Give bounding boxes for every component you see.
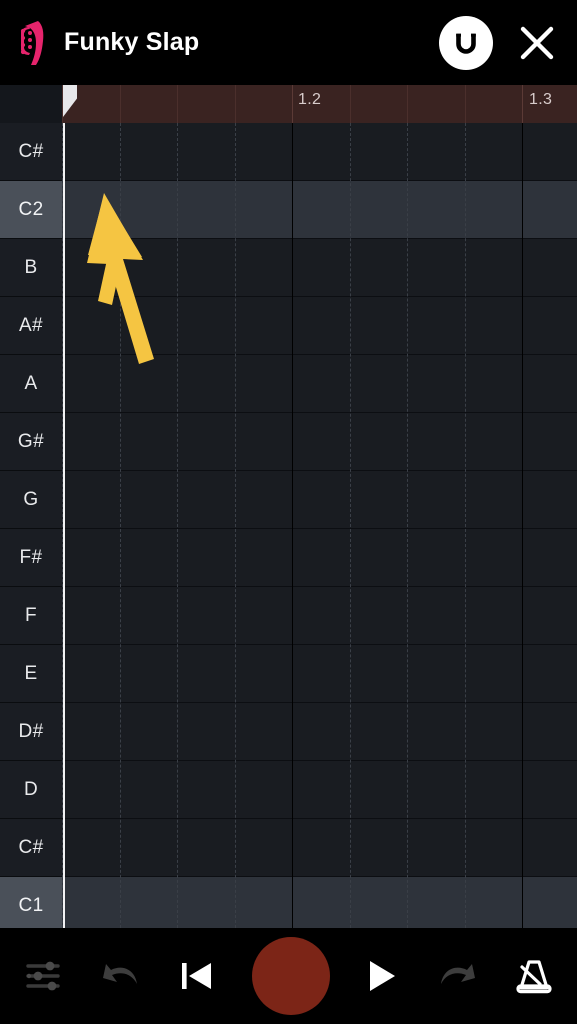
key-labels-column[interactable]: C# C2 B A# A G# G F# F E D# D C# C1 [0, 123, 62, 928]
key-label: D [23, 778, 39, 800]
key-row-Dsharp[interactable]: D# [0, 703, 62, 761]
key-row-D[interactable]: D [0, 761, 62, 819]
key-row-Csharp[interactable]: C# [0, 819, 62, 877]
key-row-G[interactable]: G [0, 471, 62, 529]
key-row-Gsharp[interactable]: G# [0, 413, 62, 471]
ruler-subdivision-line [62, 85, 63, 123]
ruler-mark-label: 1.2 [298, 91, 322, 108]
key-row-E[interactable]: E [0, 645, 62, 703]
note-lane-D[interactable] [62, 761, 577, 819]
note-lane-C2[interactable] [62, 181, 577, 239]
key-row-F[interactable]: F [0, 587, 62, 645]
key-label: F [24, 604, 37, 626]
record-button[interactable] [251, 937, 330, 1015]
sliders-mixer-icon[interactable] [22, 955, 64, 997]
key-label: F# [19, 546, 43, 568]
note-lane-Asharp[interactable] [62, 297, 577, 355]
note-lane-A[interactable] [62, 355, 577, 413]
key-label: A# [18, 314, 44, 336]
play-icon[interactable] [364, 956, 400, 996]
note-lane-B[interactable] [62, 239, 577, 297]
key-row-B[interactable]: B [0, 239, 62, 297]
note-lane-C1[interactable] [62, 877, 577, 928]
note-lane-Csharp[interactable] [62, 819, 577, 877]
ruler-mark-label: 1.3 [529, 91, 553, 108]
key-row-C2[interactable]: C2 [0, 181, 62, 239]
ruler-subdivision-line [119, 85, 121, 123]
key-label: C1 [18, 894, 44, 916]
piano-roll-grid[interactable]: C# C2 B A# A G# G F# F E D# D C# C1 [0, 123, 577, 928]
key-label: C# [18, 836, 44, 858]
note-lane-Gsharp[interactable] [62, 413, 577, 471]
piano-roll-editor-screen: Funky Slap 1.2 1.3 C# C2 B A# A G# G F# F E D# D C# C1 [0, 0, 577, 1024]
ruler-subdivision-line [234, 85, 236, 123]
undo-arrow-icon[interactable] [99, 956, 143, 996]
key-label: B [24, 256, 38, 278]
ruler-subdivision-line [349, 85, 351, 123]
key-label: G# [17, 430, 45, 452]
note-lane-Dsharp[interactable] [62, 703, 577, 761]
bass-guitar-headstock-icon [0, 0, 62, 85]
note-lane-Csharp[interactable] [62, 123, 577, 181]
key-label: G [23, 488, 39, 510]
key-row-Fsharp[interactable]: F# [0, 529, 62, 587]
playhead-handle[interactable] [63, 85, 77, 117]
skip-to-start-icon[interactable] [177, 956, 217, 996]
transport-toolbar [0, 928, 577, 1024]
ruler-beat-line [292, 85, 293, 123]
note-lane-G[interactable] [62, 471, 577, 529]
note-lanes[interactable] [62, 123, 577, 928]
note-lane-F[interactable] [62, 587, 577, 645]
key-label: C2 [18, 198, 44, 220]
key-label: A [24, 372, 38, 394]
page-title: Funky Slap [64, 28, 200, 56]
key-row-A[interactable]: A [0, 355, 62, 413]
key-row-C1[interactable]: C1 [0, 877, 62, 928]
key-label: C# [18, 140, 44, 162]
note-lane-E[interactable] [62, 645, 577, 703]
ruler-beat-line [522, 85, 523, 123]
ruler-subdivision-line [407, 85, 408, 123]
playhead-line [63, 123, 65, 928]
ruler-key-gutter [0, 85, 62, 123]
metronome-icon[interactable] [513, 955, 555, 997]
ruler-subdivision-line [177, 85, 178, 123]
key-row-Asharp[interactable]: A# [0, 297, 62, 355]
key-row-Csharp[interactable]: C# [0, 123, 62, 181]
ruler-track[interactable]: 1.2 1.3 [62, 85, 577, 123]
key-label: E [24, 662, 38, 684]
key-label: D# [18, 720, 44, 742]
ruler-subdivision-line [464, 85, 466, 123]
magnet-snap-icon[interactable] [439, 15, 493, 70]
redo-arrow-icon[interactable] [435, 956, 479, 996]
app-header: Funky Slap [0, 0, 577, 85]
close-x-icon[interactable] [509, 15, 565, 71]
note-lane-Fsharp[interactable] [62, 529, 577, 587]
timeline-ruler[interactable]: 1.2 1.3 [0, 85, 577, 123]
